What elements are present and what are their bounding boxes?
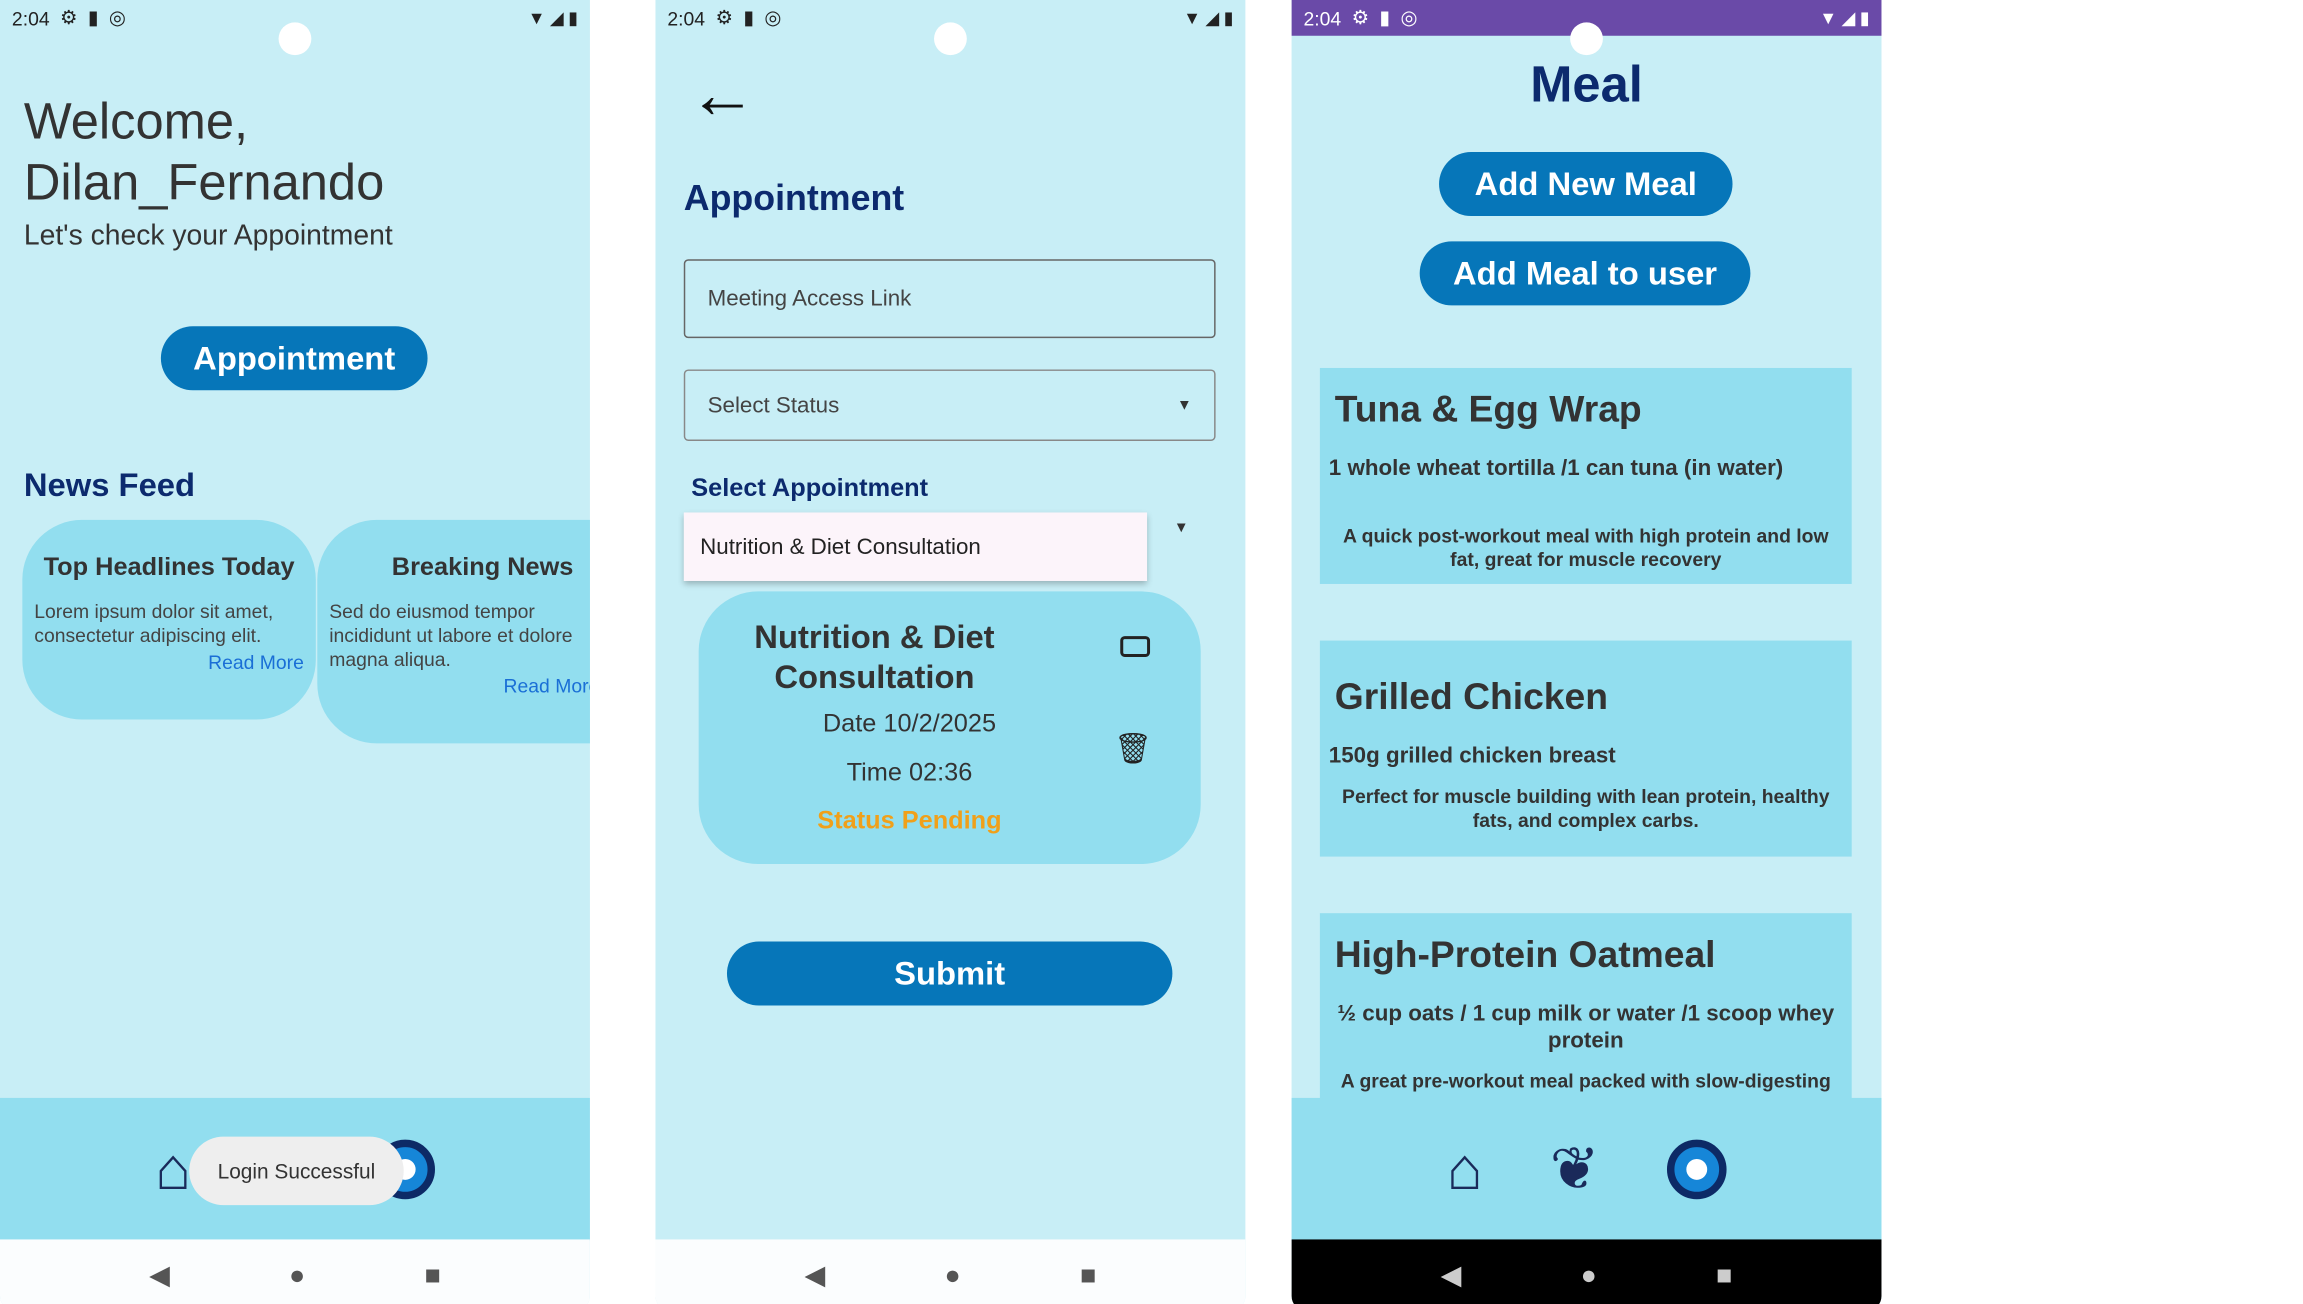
meal-description: A quick post-workout meal with high prot… (1342, 524, 1829, 571)
home-nav-icon[interactable]: ● (289, 1260, 305, 1291)
back-arrow-icon[interactable]: ← (688, 60, 757, 129)
back-nav-icon[interactable]: ◀ (805, 1260, 826, 1291)
system-nav-bar: ◀ ● ■ (0, 1239, 590, 1304)
news-body: Lorem ipsum dolor sit amet, consectetur … (34, 600, 274, 647)
meal-screen: 2:04 ⚙ ▮ ◎ ▼ ◢ ▮ Meal Add New Meal Add Mea… (1291, 0, 1882, 1304)
welcome-label: Welcome, (23, 93, 249, 151)
recents-nav-icon[interactable]: ■ (1080, 1260, 1096, 1291)
home-icon[interactable]: ⌂ (1447, 1140, 1483, 1200)
recents-nav-icon[interactable]: ■ (425, 1260, 441, 1291)
welcome-heading: Welcome, Dilan_Fernando (24, 92, 384, 214)
settings-status-icon: ⚙ (1351, 5, 1369, 29)
sync-icon: ◎ (1400, 5, 1418, 29)
sync-icon: ◎ (108, 5, 126, 29)
add-new-meal-button[interactable]: Add New Meal (1439, 151, 1733, 217)
appointment-dropdown-option[interactable]: Nutrition & Diet Consultation (683, 512, 1148, 581)
meal-name: High-Protein Oatmeal (1334, 934, 1716, 976)
meal-card[interactable]: Grilled Chicken 150g grilled chicken bre… (1319, 640, 1852, 857)
signal-icon: ◢ (1205, 7, 1220, 29)
status-select[interactable]: Select Status ▼ (683, 369, 1216, 441)
home-icon[interactable]: ⌂ (155, 1140, 191, 1200)
meal-card[interactable]: High-Protein Oatmeal ½ cup oats / 1 cup … (1319, 913, 1852, 1107)
system-nav-bar: ◀ ● ■ (1291, 1239, 1882, 1304)
news-body: Sed do eiusmod tempor incididunt ut labo… (329, 600, 573, 671)
meal-ingredients: 150g grilled chicken breast (1328, 743, 1616, 769)
appointment-date: Date 10/2/2025 (822, 709, 997, 738)
username-label: Dilan_Fernando (23, 154, 385, 212)
status-time: 2:04 (11, 6, 50, 30)
bottom-tab-bar: ⌂ ❦ (1291, 1097, 1882, 1241)
food-icon[interactable]: ❦ (1550, 1140, 1600, 1200)
meal-ingredients: ½ cup oats / 1 cup milk or water /1 scoo… (1337, 1001, 1835, 1054)
status-time: 2:04 (667, 6, 706, 30)
read-more-link[interactable]: Read More (34, 651, 304, 673)
camera-cutout (278, 22, 312, 56)
status-select-placeholder: Select Status (707, 392, 840, 418)
news-title: Top Headlines Today (43, 552, 295, 581)
page-title: Meal (1530, 56, 1643, 114)
read-more-link[interactable]: Read More (329, 675, 590, 697)
news-card[interactable]: Top Headlines Today Lorem ipsum dolor si… (22, 519, 316, 720)
meal-card[interactable]: Tuna & Egg Wrap 1 whole wheat tortilla /… (1319, 367, 1852, 584)
appointment-button[interactable]: Appointment (160, 326, 428, 391)
wifi-icon: ▼ (1819, 7, 1838, 29)
signal-icon: ◢ (549, 7, 564, 29)
meeting-link-input[interactable]: Meeting Access Link (683, 259, 1216, 339)
news-card[interactable]: Breaking News Sed do eiusmod tempor inci… (317, 519, 590, 744)
page-title: Appointment (683, 178, 905, 219)
settings-icon[interactable] (1666, 1139, 1727, 1200)
home-screen: 2:04 ⚙ ▮ ◎ ▼ ◢ ▮ Welcome, Dilan_Fernando L… (0, 0, 590, 1304)
recents-nav-icon[interactable]: ■ (1716, 1260, 1732, 1291)
meal-ingredients: 1 whole wheat tortilla /1 can tuna (in w… (1328, 455, 1784, 482)
submit-button[interactable]: Submit (726, 941, 1173, 1006)
battery-icon: ▮ (1223, 7, 1234, 29)
chevron-down-icon: ▼ (1177, 397, 1192, 414)
add-meal-to-user-button[interactable]: Add Meal to user (1419, 241, 1751, 306)
back-nav-icon[interactable]: ◀ (149, 1260, 170, 1291)
news-feed-title: News Feed (23, 466, 196, 504)
meal-name: Grilled Chicken (1334, 676, 1608, 719)
welcome-subtitle: Let's check your Appointment (23, 220, 393, 252)
chevron-down-icon[interactable]: ▼ (1174, 520, 1189, 536)
meal-name: Tuna & Egg Wrap (1334, 388, 1642, 431)
select-appointment-label: Select Appointment (691, 473, 929, 503)
meal-description: A great pre-workout meal packed with slo… (1340, 1069, 1831, 1092)
home-nav-icon[interactable]: ● (1581, 1260, 1597, 1291)
camera-cutout (934, 22, 967, 56)
camera-cutout (1570, 22, 1603, 56)
meal-description: Perfect for muscle building with lean pr… (1342, 785, 1830, 832)
toast-message: Login Successful (189, 1136, 404, 1206)
appointment-status: Status Pending (817, 805, 1002, 835)
sync-icon: ◎ (764, 5, 782, 29)
appointment-card: Nutrition & Diet Consultation 🗑 Date 10/… (698, 591, 1201, 865)
settings-status-icon: ⚙ (715, 5, 733, 29)
settings-status-icon: ⚙ (60, 5, 78, 29)
video-icon[interactable] (1120, 636, 1151, 657)
sd-card-icon: ▮ (87, 5, 99, 29)
system-nav-bar: ◀ ● ■ (655, 1239, 1246, 1304)
appointment-card-title: Nutrition & Diet Consultation (754, 618, 995, 696)
sd-card-icon: ▮ (1379, 5, 1391, 29)
sd-card-icon: ▮ (743, 5, 754, 29)
home-nav-icon[interactable]: ● (945, 1260, 961, 1291)
meeting-link-placeholder: Meeting Access Link (707, 286, 912, 312)
battery-icon: ▮ (568, 7, 579, 29)
news-title: Breaking News (391, 552, 574, 581)
signal-icon: ◢ (1841, 7, 1856, 29)
appointment-screen: 2:04 ⚙ ▮ ◎ ▼ ◢ ▮ ← Appointment Meeting Acc… (655, 0, 1246, 1304)
status-time: 2:04 (1303, 6, 1342, 30)
appointment-time: Time 02:36 (846, 758, 973, 787)
back-nav-icon[interactable]: ◀ (1441, 1260, 1462, 1291)
wifi-icon: ▼ (527, 7, 546, 29)
battery-icon: ▮ (1859, 7, 1870, 29)
wifi-icon: ▼ (1183, 7, 1201, 29)
